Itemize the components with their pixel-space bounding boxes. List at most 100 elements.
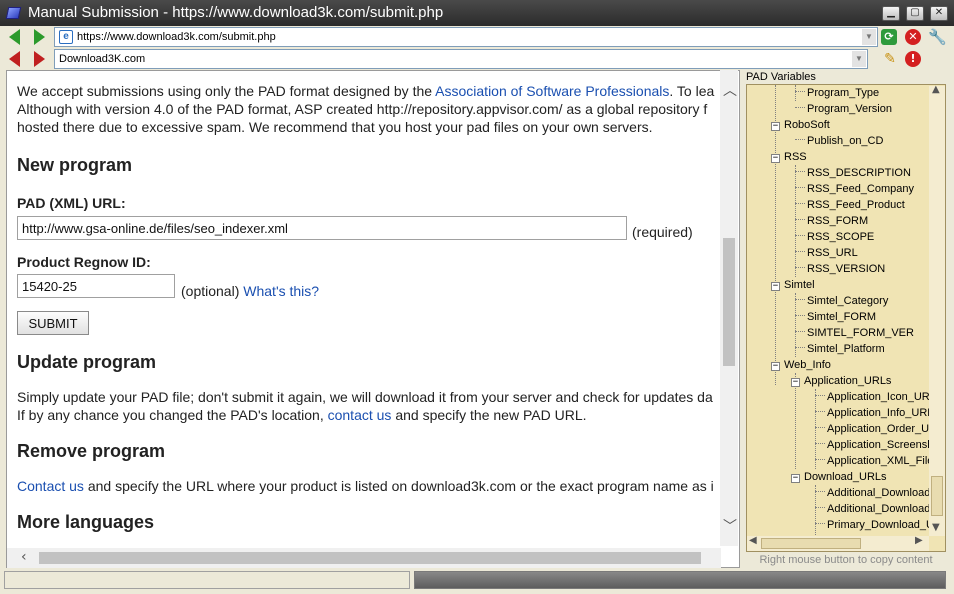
collapse-icon[interactable]: − xyxy=(771,122,780,131)
tree-node-label: Download_URLs xyxy=(804,471,887,483)
arrow-right-icon[interactable]: ▶ xyxy=(915,535,923,546)
arrow-up-icon[interactable]: ▲ xyxy=(932,84,940,95)
tree-node-label: RSS_FORM xyxy=(807,215,869,227)
tree-node-label: Simtel_Platform xyxy=(807,343,885,355)
content-horizontal-scrollbar[interactable]: ‹ xyxy=(7,548,721,568)
tree-leaf-node[interactable]: Simtel_Platform xyxy=(795,341,885,357)
pad-vertical-scrollbar[interactable]: ▲ ▼ xyxy=(929,84,945,536)
tree-leaf-node[interactable]: RSS_FORM xyxy=(795,213,868,229)
asp-link[interactable]: Association of Software Professionals xyxy=(435,83,669,99)
tree-connector xyxy=(795,107,805,108)
app-icon xyxy=(5,7,22,19)
tree-group-node[interactable]: − Download_URLs xyxy=(791,469,887,485)
tree-leaf-node[interactable]: Simtel_FORM xyxy=(795,309,876,325)
tree-leaf-node[interactable]: RSS_SCOPE xyxy=(795,229,874,245)
intro-text: We accept submissions using only the PAD… xyxy=(17,83,436,99)
tree-leaf-node[interactable]: Program_Version xyxy=(795,101,892,117)
tree-group-node[interactable]: − RSS xyxy=(771,149,807,165)
progress-bar xyxy=(414,571,946,589)
tree-group-node[interactable]: − Web_Info xyxy=(771,357,831,373)
required-note: (required) xyxy=(632,224,693,240)
intro-line-3: hosted there due to excessive spam. We r… xyxy=(17,119,653,135)
tree-leaf-node[interactable]: RSS_DESCRIPTION xyxy=(795,165,911,181)
collapse-icon[interactable]: − xyxy=(791,378,800,387)
remove-text: and specify the URL where your product i… xyxy=(83,478,714,494)
tree-leaf-node[interactable]: Application_Order_UF xyxy=(815,421,936,437)
wrench-icon[interactable]: 🔧 xyxy=(928,29,947,45)
window-title: Manual Submission - https://www.download… xyxy=(28,4,444,21)
tree-group-node[interactable]: − Simtel xyxy=(771,277,815,293)
chevron-down-icon[interactable]: ▼ xyxy=(852,51,866,67)
tree-leaf-node[interactable]: RSS_VERSION xyxy=(795,261,885,277)
tree-leaf-node[interactable]: RSS_Feed_Company xyxy=(795,181,914,197)
prev-icon[interactable] xyxy=(9,51,20,67)
scroll-thumb[interactable] xyxy=(723,238,735,366)
scroll-thumb[interactable] xyxy=(931,476,943,516)
pad-horizontal-scrollbar[interactable]: ◀ ▶ xyxy=(747,535,929,551)
chevron-down-icon[interactable]: ﹀ xyxy=(723,516,737,536)
update-text-tail: and specify the new PAD URL. xyxy=(391,407,587,423)
scroll-thumb[interactable] xyxy=(39,552,701,564)
tree-node-label: Publish_on_CD xyxy=(807,135,884,147)
tree-leaf-node[interactable]: SIMTEL_FORM_VER xyxy=(795,325,914,341)
refresh-icon[interactable]: ⟳ xyxy=(881,29,897,45)
maximize-button[interactable]: ▢ xyxy=(906,6,924,21)
tree-node-label: RSS_SCOPE xyxy=(807,231,875,243)
tree-group-node[interactable]: − Application_URLs xyxy=(791,373,891,389)
tree-leaf-node[interactable]: Application_Info_URL xyxy=(815,405,933,421)
collapse-icon[interactable]: − xyxy=(771,282,780,291)
tree-connector xyxy=(795,251,805,252)
tree-leaf-node[interactable]: RSS_Feed_Product xyxy=(795,197,905,213)
tree-leaf-node[interactable]: Publish_on_CD xyxy=(795,133,883,149)
pad-panel-footer: Right mouse button to copy content xyxy=(759,554,933,566)
tree-node-label: Application_XML_File xyxy=(827,455,934,467)
error-icon[interactable]: ! xyxy=(905,51,921,67)
regnow-id-input[interactable] xyxy=(17,274,175,298)
tree-leaf-node[interactable]: RSS_URL xyxy=(795,245,858,261)
tree-leaf-node[interactable]: Application_Screensh xyxy=(815,437,933,453)
collapse-icon[interactable]: − xyxy=(771,362,780,371)
tree-node-label: Application_URLs xyxy=(804,375,892,387)
tree-leaf-node[interactable]: Program_Type xyxy=(795,85,879,101)
stop-icon[interactable]: ✕ xyxy=(905,29,921,45)
site-field[interactable]: Download3K.com ▼ xyxy=(54,49,868,69)
url-field[interactable]: e https://www.download3k.com/submit.php … xyxy=(54,27,878,47)
tree-group-node[interactable]: − RoboSoft xyxy=(771,117,830,133)
tree-node-label: Simtel xyxy=(784,279,815,291)
tree-leaf-node[interactable]: Additional_Download_ xyxy=(815,501,936,517)
tree-connector xyxy=(795,203,805,204)
tree-leaf-node[interactable]: Primary_Download_U xyxy=(815,517,934,533)
chevron-left-icon[interactable]: ‹ xyxy=(21,549,27,565)
contact-us-link[interactable]: contact us xyxy=(328,407,392,423)
arrow-down-icon[interactable]: ▼ xyxy=(932,522,940,533)
pad-variables-tree[interactable]: Program_Type Program_Version − RoboSoft Publ… xyxy=(746,84,946,552)
pad-url-input[interactable] xyxy=(17,216,627,240)
tree-connector xyxy=(815,395,825,396)
tree-leaf-node[interactable]: Simtel_Category xyxy=(795,293,888,309)
next-icon[interactable] xyxy=(34,51,45,67)
remove-line: Contact us and specify the URL where you… xyxy=(17,476,714,496)
pencil-icon[interactable]: ✎ xyxy=(882,51,898,67)
status-text-area xyxy=(4,571,410,589)
forward-icon[interactable] xyxy=(34,29,45,45)
title-bar: Manual Submission - https://www.download… xyxy=(0,0,954,26)
content-vertical-scrollbar[interactable]: ︿ ﹀ xyxy=(720,70,738,546)
back-icon[interactable] xyxy=(9,29,20,45)
tree-leaf-node[interactable]: Application_XML_File xyxy=(815,453,933,469)
page-icon: e xyxy=(59,30,73,44)
chevron-down-icon[interactable]: ▼ xyxy=(862,29,876,45)
close-button[interactable]: ✕ xyxy=(930,6,948,21)
tree-connector xyxy=(795,139,805,140)
tree-leaf-node[interactable]: Additional_Download_ xyxy=(815,485,936,501)
submit-button[interactable]: SUBMIT xyxy=(17,311,89,335)
minimize-button[interactable]: ▁ xyxy=(882,6,900,21)
collapse-icon[interactable]: − xyxy=(791,474,800,483)
tree-leaf-node[interactable]: Application_Icon_URl xyxy=(815,389,932,405)
collapse-icon[interactable]: − xyxy=(771,154,780,163)
arrow-left-icon[interactable]: ◀ xyxy=(749,535,757,546)
scroll-thumb[interactable] xyxy=(761,538,861,549)
contact-us-link-2[interactable]: Contact us xyxy=(17,478,84,494)
chevron-up-icon[interactable]: ︿ xyxy=(723,80,737,100)
tree-connector xyxy=(815,427,825,428)
whats-this-link[interactable]: What's this? xyxy=(243,283,319,299)
